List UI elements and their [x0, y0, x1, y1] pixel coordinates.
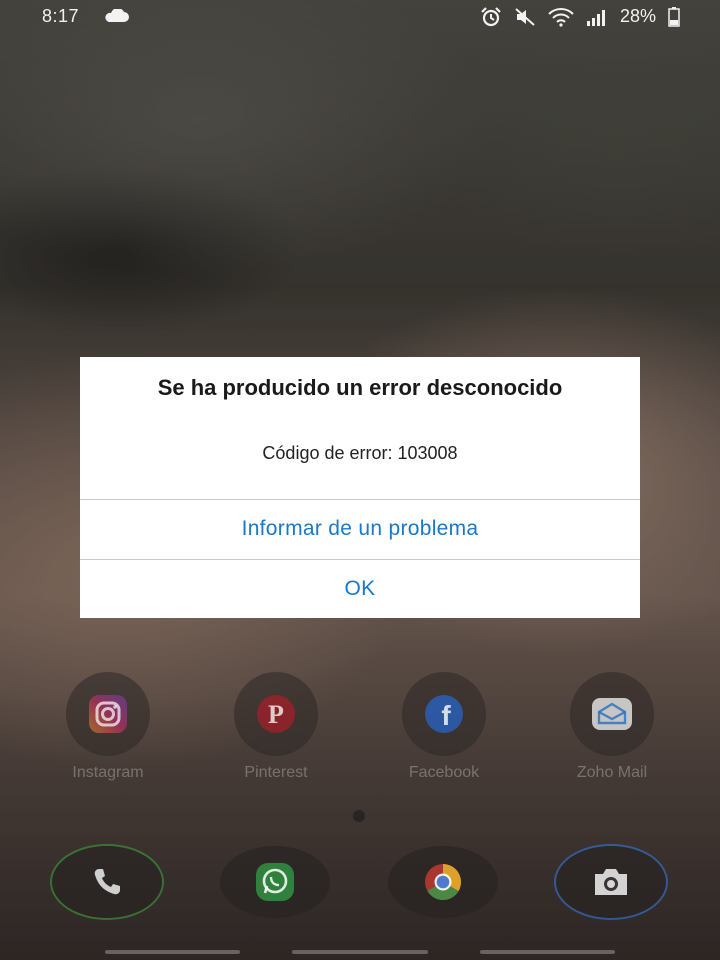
pinterest-icon: P	[234, 672, 318, 756]
zoho-mail-icon	[570, 672, 654, 756]
svg-text:f: f	[441, 700, 451, 731]
app-label: Pinterest	[244, 764, 308, 781]
nav-back[interactable]	[480, 950, 615, 954]
alarm-icon	[481, 6, 501, 26]
camera-icon	[595, 869, 627, 895]
nav-recents[interactable]	[105, 950, 240, 954]
ok-button[interactable]: OK	[80, 560, 640, 618]
mute-icon	[515, 7, 535, 26]
app-instagram[interactable]: Instagram	[52, 672, 164, 782]
signal-icon	[586, 9, 605, 26]
app-facebook[interactable]: f Facebook	[388, 672, 500, 782]
dock-camera[interactable]	[556, 846, 666, 918]
report-problem-button[interactable]: Informar de un problema	[80, 500, 640, 558]
dock-whatsapp[interactable]	[220, 846, 330, 918]
status-icons: 28%	[480, 6, 680, 27]
app-label: Zoho Mail	[576, 764, 648, 781]
wifi-icon	[548, 7, 574, 27]
app-pinterest[interactable]: P Pinterest	[220, 672, 332, 782]
battery-percent: 28%	[619, 6, 656, 26]
status-time: 8:17	[42, 6, 80, 26]
dock-chrome[interactable]	[388, 846, 498, 918]
svg-text:P: P	[268, 700, 284, 729]
dock-phone[interactable]	[52, 846, 162, 918]
dialog-title: Se ha producido un error desconocido	[157, 375, 563, 400]
error-dialog: Se ha producido un error desconocido Cód…	[80, 357, 640, 618]
app-label: Facebook	[408, 764, 480, 781]
nav-home[interactable]	[292, 950, 428, 954]
app-zoho-mail[interactable]: Zoho Mail	[556, 672, 668, 782]
page-indicator	[353, 810, 365, 822]
facebook-icon: f	[402, 672, 486, 756]
chrome-icon	[425, 864, 462, 901]
phone-icon	[94, 869, 120, 895]
status-bar: 8:17 28%	[0, 0, 720, 34]
cloud-icon	[105, 9, 129, 22]
battery-icon	[668, 6, 680, 27]
app-label: Instagram	[72, 764, 144, 781]
error-code-message: Código de error: 103008	[262, 443, 458, 463]
whatsapp-icon	[256, 863, 294, 901]
instagram-icon	[66, 672, 150, 756]
